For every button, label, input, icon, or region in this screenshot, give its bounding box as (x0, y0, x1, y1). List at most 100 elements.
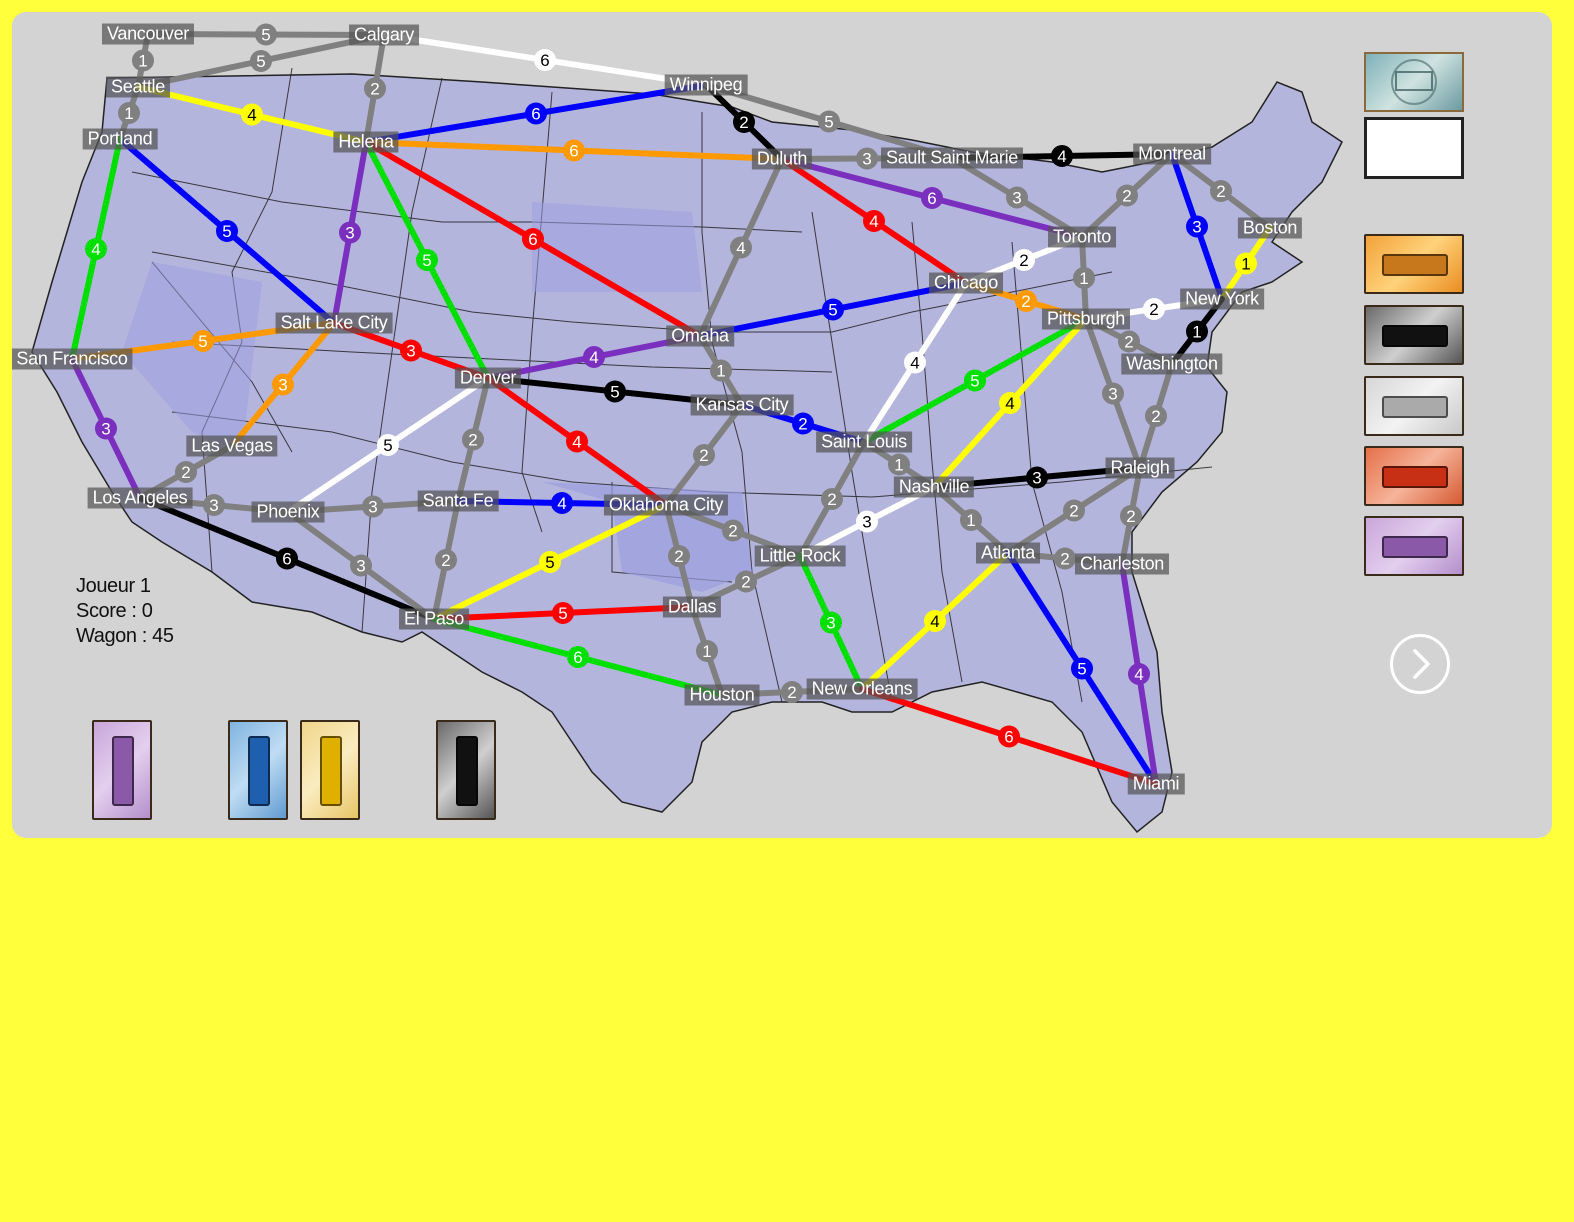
route-length-label: 2 (1069, 502, 1078, 521)
city-oklahomacity[interactable]: Oklahoma City (603, 494, 729, 516)
black-wagon-card[interactable] (436, 720, 496, 820)
route-length-label: 1 (1079, 269, 1088, 288)
route-length-label: 4 (557, 494, 566, 513)
route-length-label: 4 (1057, 147, 1066, 166)
southdakota-highlight (532, 202, 702, 292)
destination-deck[interactable] (1364, 52, 1464, 112)
route-length-label: 6 (573, 648, 582, 667)
route-length-label: 4 (736, 239, 745, 258)
route-length-label: 5 (261, 26, 270, 45)
route-length-label: 2 (1021, 292, 1030, 311)
city-sanfrancisco[interactable]: San Francisco (12, 348, 133, 370)
city-phoenix[interactable]: Phoenix (251, 501, 325, 523)
route-length-label: 5 (422, 251, 431, 270)
city-losangeles[interactable]: Los Angeles (87, 487, 193, 509)
route-length-label: 2 (699, 446, 708, 465)
city-nashville[interactable]: Nashville (893, 476, 975, 498)
route-length-label: 2 (1124, 333, 1133, 352)
route-length-label: 5 (828, 301, 837, 320)
city-elpaso[interactable]: El Paso (399, 608, 469, 630)
city-vancouver[interactable]: Vancouver (101, 23, 195, 45)
wagon-icon (1382, 396, 1448, 418)
game-board: 5151426666535453332365332454245562536444… (12, 12, 1552, 838)
city-atlanta[interactable]: Atlanta (976, 542, 1040, 564)
city-toronto[interactable]: Toronto (1048, 226, 1116, 248)
route-length-label: 2 (181, 463, 190, 482)
route-length-label: 2 (798, 415, 807, 434)
city-pittsburgh[interactable]: Pittsburgh (1041, 308, 1131, 330)
route-length-label: 5 (1077, 660, 1086, 679)
route-length-label: 2 (1216, 182, 1225, 201)
route-length-label: 2 (741, 573, 750, 592)
city-boston[interactable]: Boston (1237, 217, 1303, 239)
face-up-white-wagon-card[interactable] (1364, 376, 1464, 436)
face-up-black-wagon-card[interactable] (1364, 305, 1464, 365)
city-dallas[interactable]: Dallas (662, 596, 722, 618)
route-length-label: 3 (862, 513, 871, 532)
route-calgary-winnipeg[interactable]: 6 (381, 32, 709, 88)
city-saultstemarie[interactable]: Sault Saint Marie (881, 147, 1023, 169)
route-length-label: 4 (910, 354, 919, 373)
route-length-label: 6 (528, 230, 537, 249)
wagon-icon (1382, 466, 1448, 488)
yellow-wagon-card[interactable] (300, 720, 360, 820)
city-raleigh[interactable]: Raleigh (1105, 457, 1175, 479)
route-length-label: 3 (1012, 189, 1021, 208)
city-saltlake[interactable]: Salt Lake City (275, 312, 393, 334)
route-length-label: 3 (1192, 218, 1201, 237)
city-littlerock[interactable]: Little Rock (754, 545, 846, 567)
route-length-label: 2 (1149, 300, 1158, 319)
city-miami[interactable]: Miami (1127, 773, 1185, 795)
city-neworleans[interactable]: New Orleans (806, 678, 918, 700)
route-length-label: 2 (787, 683, 796, 702)
route-length-label: 3 (862, 150, 871, 169)
city-seattle[interactable]: Seattle (106, 76, 170, 98)
city-washington[interactable]: Washington (1121, 353, 1223, 375)
route-length-label: 5 (383, 436, 392, 455)
wagon-icon (248, 736, 270, 806)
city-calgary[interactable]: Calgary (349, 24, 419, 46)
city-saintlouis[interactable]: Saint Louis (816, 431, 912, 453)
city-kansascity[interactable]: Kansas City (690, 394, 794, 416)
city-montreal[interactable]: Montreal (1133, 143, 1211, 165)
city-denver[interactable]: Denver (454, 367, 522, 389)
route-length-label: 2 (370, 80, 379, 99)
route-length-label: 2 (468, 431, 477, 450)
face-up-orange-wagon-card[interactable] (1364, 234, 1464, 294)
route-length-label: 2 (739, 113, 748, 132)
wagon-icon (456, 736, 478, 806)
face-up-red-wagon-card[interactable] (1364, 446, 1464, 506)
route-length-label: 2 (674, 547, 683, 566)
next-button[interactable] (1390, 634, 1450, 694)
route-length-label: 4 (1005, 394, 1014, 413)
route-length-label: 5 (558, 604, 567, 623)
city-portland[interactable]: Portland (82, 128, 158, 150)
city-chicago[interactable]: Chicago (929, 272, 1003, 294)
route-length-label: 1 (1241, 255, 1250, 274)
route-length-label: 5 (198, 332, 207, 351)
city-lasvegas[interactable]: Las Vegas (186, 435, 278, 457)
city-newyork[interactable]: New York (1180, 288, 1264, 310)
face-up-purple-wagon-card[interactable] (1364, 516, 1464, 576)
city-charleston[interactable]: Charleston (1074, 553, 1170, 575)
route-length-label: 5 (545, 553, 554, 572)
city-winnipeg[interactable]: Winnipeg (664, 74, 748, 96)
destination-slot[interactable] (1364, 117, 1464, 179)
city-santafe[interactable]: Santa Fe (417, 490, 499, 512)
route-length-label: 2 (1122, 187, 1131, 206)
purple-wagon-card[interactable] (92, 720, 152, 820)
route-length-label: 5 (222, 222, 231, 241)
route-length-label: 3 (345, 224, 354, 243)
route-length-label: 2 (728, 522, 737, 541)
city-houston[interactable]: Houston (684, 684, 760, 706)
route-length-label: 1 (124, 104, 133, 123)
blue-wagon-card[interactable] (228, 720, 288, 820)
route-length-label: 3 (209, 496, 218, 515)
route-length-label: 1 (966, 511, 975, 530)
route-length-label: 6 (282, 550, 291, 569)
city-omaha[interactable]: Omaha (666, 325, 734, 347)
route-length-label: 6 (531, 105, 540, 124)
city-helena[interactable]: Helena (333, 131, 399, 153)
route-length-label: 6 (927, 189, 936, 208)
city-duluth[interactable]: Duluth (751, 148, 813, 170)
